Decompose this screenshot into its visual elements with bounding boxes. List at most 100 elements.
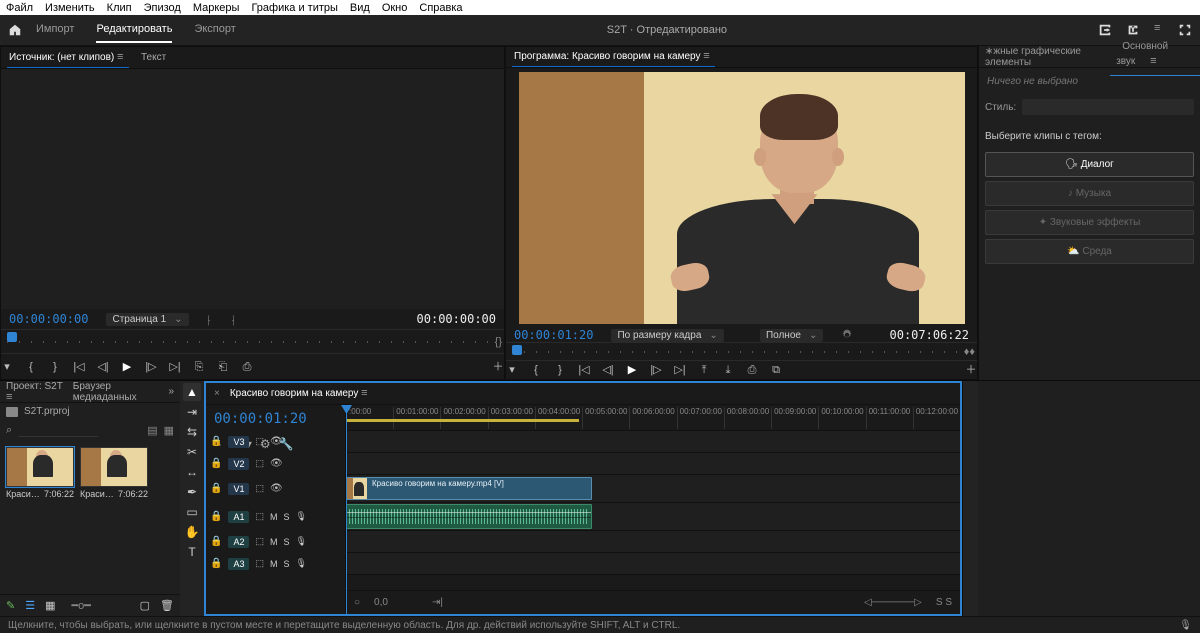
quality-dropdown[interactable]: Полное [760, 329, 823, 342]
menu-edit[interactable]: Изменить [45, 2, 95, 14]
trash-icon[interactable]: 🗑 [160, 599, 174, 612]
settings-icon[interactable] [841, 329, 853, 341]
panel-menu-icon[interactable] [361, 388, 371, 399]
zoom-out-icon[interactable]: ○ [354, 597, 360, 608]
workspace-import[interactable]: Импорт [36, 17, 74, 43]
voiceover-icon[interactable]: 🎙 [1179, 620, 1192, 631]
filter-icon[interactable]: ▤ [147, 424, 157, 437]
tag-music[interactable]: ♪ Музыка [985, 181, 1194, 206]
freeform-icon[interactable]: ✎ [6, 599, 15, 612]
workspace-export[interactable]: Экспорт [194, 17, 235, 43]
source-tab[interactable]: Источник: (нет клипов) [7, 48, 129, 68]
pen-tool[interactable]: ✒ [183, 483, 201, 501]
mark-out-icon[interactable]: } [49, 361, 61, 373]
step-back-icon[interactable]: ◁| [602, 364, 614, 376]
go-out-icon[interactable]: ▷| [674, 364, 686, 376]
icon-view-icon[interactable]: ▦ [45, 599, 55, 612]
menu-clip[interactable]: Клип [107, 2, 132, 14]
program-playhead[interactable] [512, 345, 522, 355]
timeline-ruler[interactable]: :00:0000:01:00:0000:02:00:0000:03:00:000… [346, 405, 960, 431]
selection-tool[interactable]: ▲ [183, 383, 201, 401]
play-icon[interactable]: ▶ [626, 364, 638, 376]
compare-icon[interactable]: ⧉ [770, 364, 782, 376]
program-monitor[interactable] [506, 68, 977, 328]
add-marker-icon[interactable]: ▾ [1, 361, 13, 373]
share-icon[interactable] [1126, 23, 1140, 37]
track-label[interactable]: V2 [228, 458, 249, 470]
go-out-icon[interactable]: ▷| [169, 361, 181, 373]
track-select-tool[interactable]: ⇥ [183, 403, 201, 421]
hand-tool[interactable]: ✋ [183, 523, 201, 541]
mark-in-icon[interactable]: { [530, 364, 542, 376]
menu-help[interactable]: Справка [419, 2, 462, 14]
media-browser-tab[interactable]: Браузер медиаданных [73, 381, 159, 403]
timeline-scale-icon[interactable]: S S [936, 597, 952, 608]
tag-dialogue[interactable]: 🗣 Диалог [985, 152, 1194, 177]
extract-icon[interactable]: ⤓ [722, 364, 734, 376]
source-ruler[interactable]: {} [1, 329, 504, 353]
add-marker-icon[interactable]: ▾ [506, 364, 518, 376]
ess-graphics-tab[interactable]: ∗жные графические элементы [979, 42, 1110, 72]
snap-end-icon[interactable]: ⇥| [432, 597, 443, 608]
tag-icon[interactable]: ⬚ [255, 436, 264, 447]
track-label[interactable]: A2 [228, 536, 249, 548]
tag-ambience[interactable]: ⛅ Среда [985, 239, 1194, 264]
go-in-icon[interactable]: |◁ [578, 364, 590, 376]
project-search-input[interactable] [18, 425, 98, 437]
workspace-menu-icon[interactable] [1154, 23, 1164, 37]
caption-inpoint-icon[interactable]: ⸠ [207, 312, 213, 326]
style-dropdown[interactable] [1022, 99, 1194, 115]
menu-view[interactable]: Вид [350, 2, 370, 14]
project-item[interactable]: Красиво гово…7:06:22 [80, 447, 148, 499]
track-label[interactable]: A1 [228, 511, 249, 523]
lock-icon[interactable]: 🔒 [210, 436, 222, 447]
panel-menu-icon[interactable] [6, 392, 16, 403]
home-icon[interactable] [8, 23, 22, 37]
mark-in-icon[interactable]: { [25, 361, 37, 373]
step-fwd-icon[interactable]: |▷ [145, 361, 157, 373]
ripple-tool[interactable]: ⇆ [183, 423, 201, 441]
track-label[interactable]: V3 [228, 436, 249, 448]
track-label[interactable]: V1 [228, 483, 249, 495]
insert-icon[interactable]: ⎘ [193, 361, 205, 373]
workspace-edit[interactable]: Редактировать [96, 17, 172, 43]
search-icon[interactable]: ⌕ [6, 424, 12, 437]
program-tc[interactable]: 00:00:01:20 [514, 328, 593, 342]
razor-tool[interactable]: ✂ [183, 443, 201, 461]
panel-menu-icon[interactable] [1144, 52, 1156, 71]
video-clip[interactable]: Красиво говорим на камеру.mp4 [V] [346, 477, 592, 500]
step-back-icon[interactable]: ◁| [97, 361, 109, 373]
quick-export-icon[interactable] [1098, 23, 1112, 37]
go-in-icon[interactable]: |◁ [73, 361, 85, 373]
btn-plus-icon[interactable]: ＋ [965, 364, 977, 376]
panel-menu-icon[interactable] [117, 52, 127, 63]
step-fwd-icon[interactable]: |▷ [650, 364, 662, 376]
eye-icon[interactable]: 👁 [270, 436, 283, 447]
menu-markers[interactable]: Маркеры [193, 2, 240, 14]
track-label[interactable]: A3 [228, 558, 249, 570]
project-item[interactable]: Красиво гово…7:06:22 [6, 447, 74, 499]
list-view-icon[interactable]: ☰ [25, 599, 35, 612]
new-item-icon[interactable]: ▦ [164, 424, 174, 437]
sequence-tab[interactable]: Красиво говорим на камеру [230, 388, 371, 399]
rect-tool[interactable]: ▭ [183, 503, 201, 521]
tag-sfx[interactable]: ✦ Звуковые эффекты [985, 210, 1194, 235]
caption-outpoint-icon[interactable]: ⸡ [230, 312, 236, 326]
menu-file[interactable]: Файл [6, 2, 33, 14]
close-sequence-icon[interactable]: × [214, 388, 220, 399]
export-frame-icon[interactable]: ⎙ [746, 364, 758, 376]
menu-window[interactable]: Окно [382, 2, 408, 14]
fit-dropdown[interactable]: По размеру кадра [611, 329, 723, 342]
menu-graphics[interactable]: Графика и титры [251, 2, 337, 14]
mark-out-icon[interactable]: } [554, 364, 566, 376]
fullscreen-icon[interactable] [1178, 23, 1192, 37]
source-page-dropdown[interactable]: Страница 1 [106, 313, 188, 326]
source-tc-in[interactable]: 00:00:00:00 [9, 312, 88, 326]
menu-sequence[interactable]: Эпизод [144, 2, 181, 14]
text-tab[interactable]: Текст [139, 48, 168, 67]
btn-plus-icon[interactable]: ＋ [492, 361, 504, 373]
audio-clip[interactable] [346, 504, 592, 529]
lift-icon[interactable]: ⤒ [698, 364, 710, 376]
source-monitor[interactable] [1, 69, 504, 309]
program-tab[interactable]: Программа: Красиво говорим на камеру [512, 47, 715, 67]
